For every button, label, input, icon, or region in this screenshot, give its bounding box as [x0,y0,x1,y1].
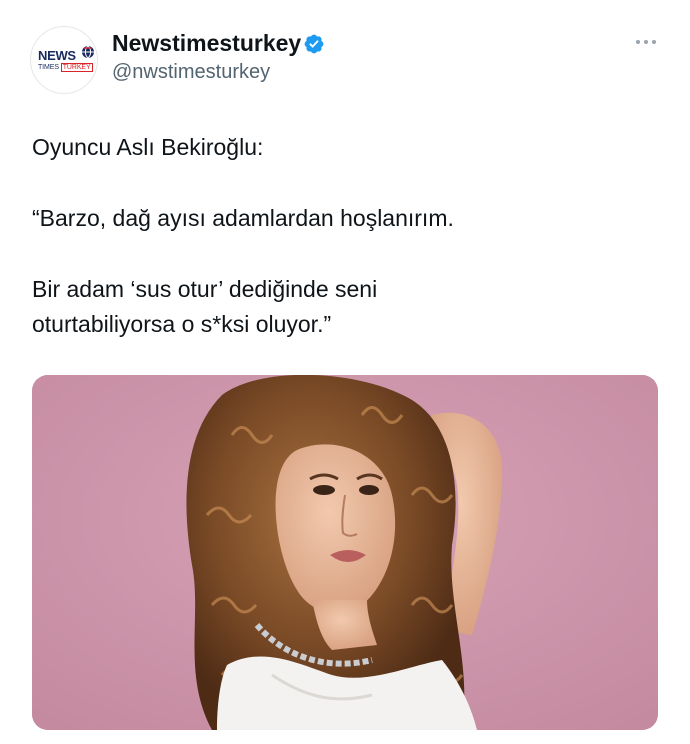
verified-badge-icon [304,34,324,54]
tweet-media-image[interactable] [32,375,658,730]
tweet-text: Oyuncu Aslı Bekiroğlu: “Barzo, dağ ayısı… [32,130,652,342]
tweet-text-line: Oyuncu Aslı Bekiroğlu: [32,134,264,160]
author-handle[interactable]: @nwstimesturkey [112,62,270,82]
tweet-text-line: Bir adam ‘sus otur’ dediğinde seni oturt… [32,276,378,337]
avatar-logo-text: NEWS [38,48,76,63]
globe-icon [82,45,94,59]
tweet-text-line: “Barzo, dağ ayısı adamlardan hoşlanırım. [32,205,454,231]
avatar[interactable]: NEWS TIMES TURKEY [30,26,98,94]
more-options-icon[interactable] [634,36,658,48]
tweet-card[interactable]: NEWS TIMES TURKEY Newstimesturkey @nwsti… [0,0,690,744]
avatar-logo-subtitle: TIMES TURKEY [38,63,93,72]
author-display-name[interactable]: Newstimesturkey [112,32,301,55]
portrait-photo [32,375,658,730]
